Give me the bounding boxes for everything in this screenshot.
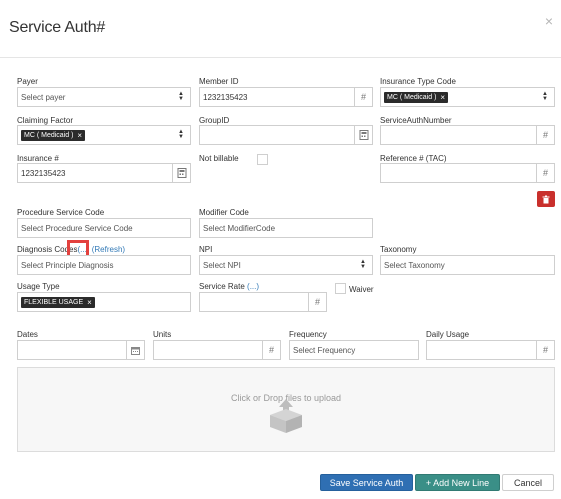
calculator-icon[interactable] <box>172 164 190 182</box>
service-auth-number-label: ServiceAuthNumber <box>380 116 452 125</box>
units-label: Units <box>153 330 172 339</box>
insurance-type-tag-label: MC ( Medicaid ) <box>387 93 437 101</box>
service-auth-modal: Service Auth# × Payer Select payer ▲ ▼ Me… <box>0 0 561 499</box>
cancel-button[interactable]: Cancel <box>502 474 554 491</box>
file-dropzone[interactable]: Click or Drop files to upload <box>17 367 555 452</box>
insurance-type-tag: MC ( Medicaid ) × <box>384 91 449 103</box>
remove-tag-icon[interactable]: × <box>440 93 445 102</box>
waiver-checkbox[interactable] <box>335 283 346 294</box>
service-rate-link[interactable]: (...) <box>247 282 259 291</box>
payer-select[interactable]: Select payer ▲ ▼ <box>17 87 191 107</box>
upload-box-icon <box>270 399 302 433</box>
npi-label: NPI <box>199 245 213 254</box>
delete-line-button[interactable] <box>537 191 555 207</box>
waiver-label: Waiver <box>349 285 374 294</box>
daily-usage-label: Daily Usage <box>426 330 470 339</box>
remove-tag-icon[interactable]: × <box>87 298 92 307</box>
procedure-service-code-placeholder: Select Procedure Service Code <box>21 223 133 233</box>
trash-icon <box>542 195 550 203</box>
usage-type-label: Usage Type <box>17 282 60 291</box>
insurance-number-label: Insurance # <box>17 154 59 163</box>
frequency-label: Frequency <box>289 330 327 339</box>
sort-arrows-icon: ▲ ▼ <box>178 129 184 140</box>
taxonomy-select[interactable]: Select Taxonomy <box>380 255 555 275</box>
remove-tag-icon[interactable]: × <box>77 131 82 140</box>
sort-arrows-icon: ▲ ▼ <box>178 91 184 102</box>
claiming-factor-select[interactable]: MC ( Medicaid ) × ▲ ▼ <box>17 125 191 145</box>
modifier-code-placeholder: Select ModifierCode <box>203 223 276 233</box>
hash-icon: # <box>536 164 554 182</box>
reference-tac-input[interactable]: # <box>380 163 555 183</box>
hash-icon: # <box>536 341 554 359</box>
dates-input[interactable] <box>17 340 145 360</box>
group-id-label: GroupID <box>199 116 230 125</box>
daily-usage-input[interactable]: # <box>426 340 555 360</box>
hash-icon: # <box>308 293 326 311</box>
claiming-factor-label: Claiming Factor <box>17 116 74 125</box>
claiming-factor-tag: MC ( Medicaid ) × <box>21 129 86 141</box>
calculator-icon[interactable] <box>354 126 372 144</box>
usage-type-select[interactable]: FLEXIBLE USAGE × <box>17 292 191 312</box>
service-rate-label-text: Service Rate <box>199 282 245 291</box>
hash-icon: # <box>536 126 554 144</box>
frequency-select[interactable]: Select Frequency <box>289 340 419 360</box>
modal-header: Service Auth# × <box>0 0 561 58</box>
npi-placeholder: Select NPI <box>203 260 241 270</box>
payer-label: Payer <box>17 77 38 86</box>
procedure-service-code-label: Procedure Service Code <box>17 208 105 217</box>
service-rate-label: Service Rate (...) <box>199 282 259 291</box>
usage-type-tag: FLEXIBLE USAGE × <box>21 296 95 308</box>
diagnosis-codes-refresh-link[interactable]: (Refresh) <box>92 245 125 254</box>
procedure-service-code-select[interactable]: Select Procedure Service Code <box>17 218 191 238</box>
taxonomy-placeholder: Select Taxonomy <box>384 260 445 270</box>
dates-label: Dates <box>17 330 38 339</box>
insurance-type-code-select[interactable]: MC ( Medicaid ) × ▲ ▼ <box>380 87 555 107</box>
member-id-input[interactable]: 1232135423 # <box>199 87 373 107</box>
frequency-placeholder: Select Frequency <box>293 345 356 355</box>
insurance-type-code-label: Insurance Type Code <box>380 77 456 86</box>
units-input[interactable]: # <box>153 340 281 360</box>
not-billable-label: Not billable <box>199 154 239 163</box>
sort-arrows-icon: ▲ ▼ <box>360 259 366 270</box>
group-id-input[interactable] <box>199 125 373 145</box>
sort-arrows-icon: ▲ ▼ <box>542 91 548 102</box>
reference-tac-label: Reference # (TAC) <box>380 154 447 163</box>
insurance-number-value: 1232135423 <box>21 168 66 178</box>
taxonomy-label: Taxonomy <box>380 245 417 254</box>
calendar-icon[interactable] <box>126 341 144 359</box>
modifier-code-select[interactable]: Select ModifierCode <box>199 218 373 238</box>
service-rate-input[interactable]: # <box>199 292 327 312</box>
service-auth-number-input[interactable]: # <box>380 125 555 145</box>
npi-select[interactable]: Select NPI ▲ ▼ <box>199 255 373 275</box>
hash-icon: # <box>354 88 372 106</box>
modifier-code-label: Modifier Code <box>199 208 249 217</box>
diagnosis-codes-placeholder: Select Principle Diagnosis <box>21 260 114 270</box>
hash-icon: # <box>262 341 280 359</box>
diagnosis-codes-select[interactable]: Select Principle Diagnosis <box>17 255 191 275</box>
save-service-auth-button[interactable]: Save Service Auth <box>320 474 413 491</box>
usage-type-tag-label: FLEXIBLE USAGE <box>24 298 84 306</box>
member-id-value: 1232135423 <box>203 92 248 102</box>
insurance-number-input[interactable]: 1232135423 <box>17 163 191 183</box>
member-id-label: Member ID <box>199 77 239 86</box>
modal-title: Service Auth# <box>9 19 106 36</box>
not-billable-checkbox[interactable] <box>257 154 268 165</box>
add-new-line-button[interactable]: + Add New Line <box>415 474 500 491</box>
payer-placeholder: Select payer <box>21 92 66 102</box>
claiming-factor-tag-label: MC ( Medicaid ) <box>24 131 74 139</box>
close-icon[interactable]: × <box>545 14 553 28</box>
